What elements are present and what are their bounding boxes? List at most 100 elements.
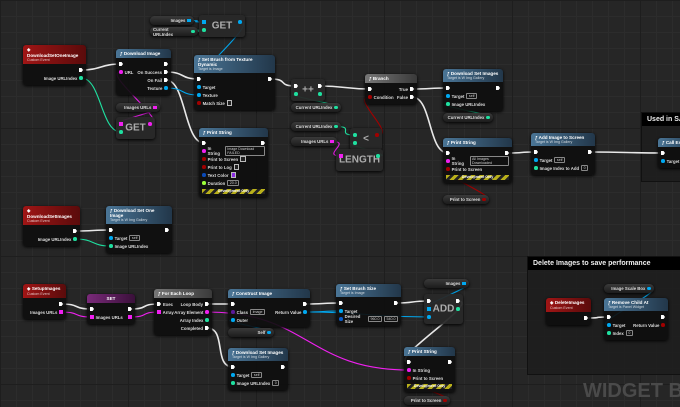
event-node-setupimages[interactable]: ◈ SetupImages Custom Event Images URLs [23,284,66,319]
node-download-set-one-image[interactable]: ƒ Download Set One Image Target is W Img … [106,206,172,253]
exec-pin[interactable] [427,298,431,304]
exec-pin[interactable] [303,301,307,307]
variable-getter-images[interactable]: Images [150,16,194,25]
node-call-ea[interactable]: ƒ Call EA Target [658,138,680,168]
pin-default-value[interactable]: All Images Downloaded [469,156,509,166]
node-for-each-loop[interactable]: ƒ For Each Loop Exec Loop Body Array Array E… [154,289,212,335]
exec-pin[interactable] [456,298,460,304]
node-set[interactable]: SET Images URLs [87,294,135,324]
obj-pin[interactable] [427,307,431,311]
node-get[interactable]: GET [199,15,245,37]
node--[interactable]: < [350,128,382,150]
pin-default-value[interactable]: 540.0 [384,316,398,322]
pin-default-value[interactable]: self [251,372,263,378]
str-pin[interactable] [202,149,206,153]
obj-pin[interactable] [267,330,271,335]
node-download-set-images[interactable]: ƒ Download Set Images Target is W Img Gal… [228,348,288,390]
exec-pin[interactable] [197,76,201,82]
color-swatch[interactable] [230,172,237,178]
exec-pin[interactable] [268,76,272,82]
variable-getter-print-to-screen[interactable]: Print to Screen [404,396,450,405]
pin-default-value[interactable]: 0 [272,380,280,386]
int-pin[interactable] [294,92,298,96]
str-pin[interactable] [128,315,132,319]
exec-pin[interactable] [496,85,500,91]
node-branch[interactable]: ƒ Branch True Condition False [365,74,417,104]
str-pin[interactable] [153,105,157,110]
exec-pin[interactable] [231,364,235,370]
pin-default-value[interactable]: self [466,93,478,99]
obj-pin[interactable] [109,236,113,240]
exec-pin[interactable] [407,359,411,365]
node-length[interactable]: LENGTH [336,149,383,171]
int-pin[interactable] [119,130,123,134]
exec-pin[interactable] [368,86,372,92]
exec-pin[interactable] [446,85,450,91]
int-pin[interactable] [376,154,380,158]
str-pin[interactable] [205,310,209,314]
bool-pin[interactable] [407,376,411,380]
node-set-brush-size[interactable]: ƒ Set Brush Size Target is Image Target Des… [336,284,401,326]
obj-pin[interactable] [231,318,235,322]
obj-pin[interactable] [202,20,206,24]
obj-pin[interactable] [231,373,235,377]
variable-getter-images-urls[interactable]: Images URLs [116,103,160,112]
variable-getter-self[interactable]: Self [228,328,274,337]
obj-pin[interactable] [446,94,450,98]
obj-pin[interactable] [339,309,343,313]
exec-pin[interactable] [394,300,398,306]
exec-pin[interactable] [165,227,169,233]
pin-default-value[interactable]: 960.0 [368,316,382,322]
node-construct-image[interactable]: ƒ Construct Image Class Image Return Value O… [228,289,310,327]
pin-default-value[interactable]: self [129,235,141,241]
float-pin[interactable] [202,181,206,185]
variable-getter-current-urlindex[interactable]: Current URLIndex [291,122,341,131]
str-pin[interactable] [330,139,334,144]
pin-default-value[interactable]: Image [250,309,266,315]
obj-pin[interactable] [462,281,466,286]
int-pin[interactable] [202,28,206,32]
struct-pin[interactable] [339,317,343,321]
exec-pin[interactable] [90,306,94,312]
str-pin[interactable] [119,122,123,126]
exec-pin[interactable] [202,140,206,146]
str-pin[interactable] [339,154,343,158]
exec-pin[interactable] [205,325,209,331]
pin-default-value[interactable]: 20.0 [227,180,240,186]
int-pin[interactable] [73,237,77,241]
pin-default-value[interactable]: Image Download FAILED [224,146,265,156]
bool-pin[interactable] [482,197,486,202]
color-pin[interactable] [202,173,206,177]
pin-default-value[interactable]: self [554,157,566,163]
obj-pin[interactable] [187,18,191,23]
int-pin[interactable] [353,141,357,145]
exec-pin[interactable] [164,69,168,75]
int-pin[interactable] [79,76,83,80]
exec-pin[interactable] [505,150,509,156]
pin-default-value[interactable]: 0 [625,330,633,336]
variable-getter-current-urlindex[interactable]: Current URLIndex [150,27,198,37]
variable-getter-current-urlindex[interactable]: Current URLIndex [291,103,341,112]
int-pin[interactable] [334,124,338,129]
exec-pin[interactable] [261,140,265,146]
int-pin[interactable] [318,92,322,96]
str-pin[interactable] [59,310,63,314]
cls-pin[interactable] [231,310,235,314]
checkbox[interactable] [226,100,233,106]
int-pin[interactable] [534,166,538,170]
obj-pin[interactable] [607,323,611,327]
exec-pin[interactable] [661,150,665,156]
node--[interactable]: ++ [291,79,325,101]
obj-pin[interactable] [534,158,538,162]
exec-pin[interactable] [164,61,168,67]
exec-pin[interactable] [410,94,414,100]
node-get[interactable]: GET [116,117,155,139]
exec-pin[interactable] [128,306,132,312]
exec-pin[interactable] [318,83,322,89]
bool-pin[interactable] [202,165,206,169]
exec-pin[interactable] [607,314,611,320]
node-add[interactable]: ADD [424,294,463,324]
checkbox[interactable] [240,156,246,162]
int-pin[interactable] [486,115,490,120]
variable-getter-images[interactable]: Images [424,279,469,288]
